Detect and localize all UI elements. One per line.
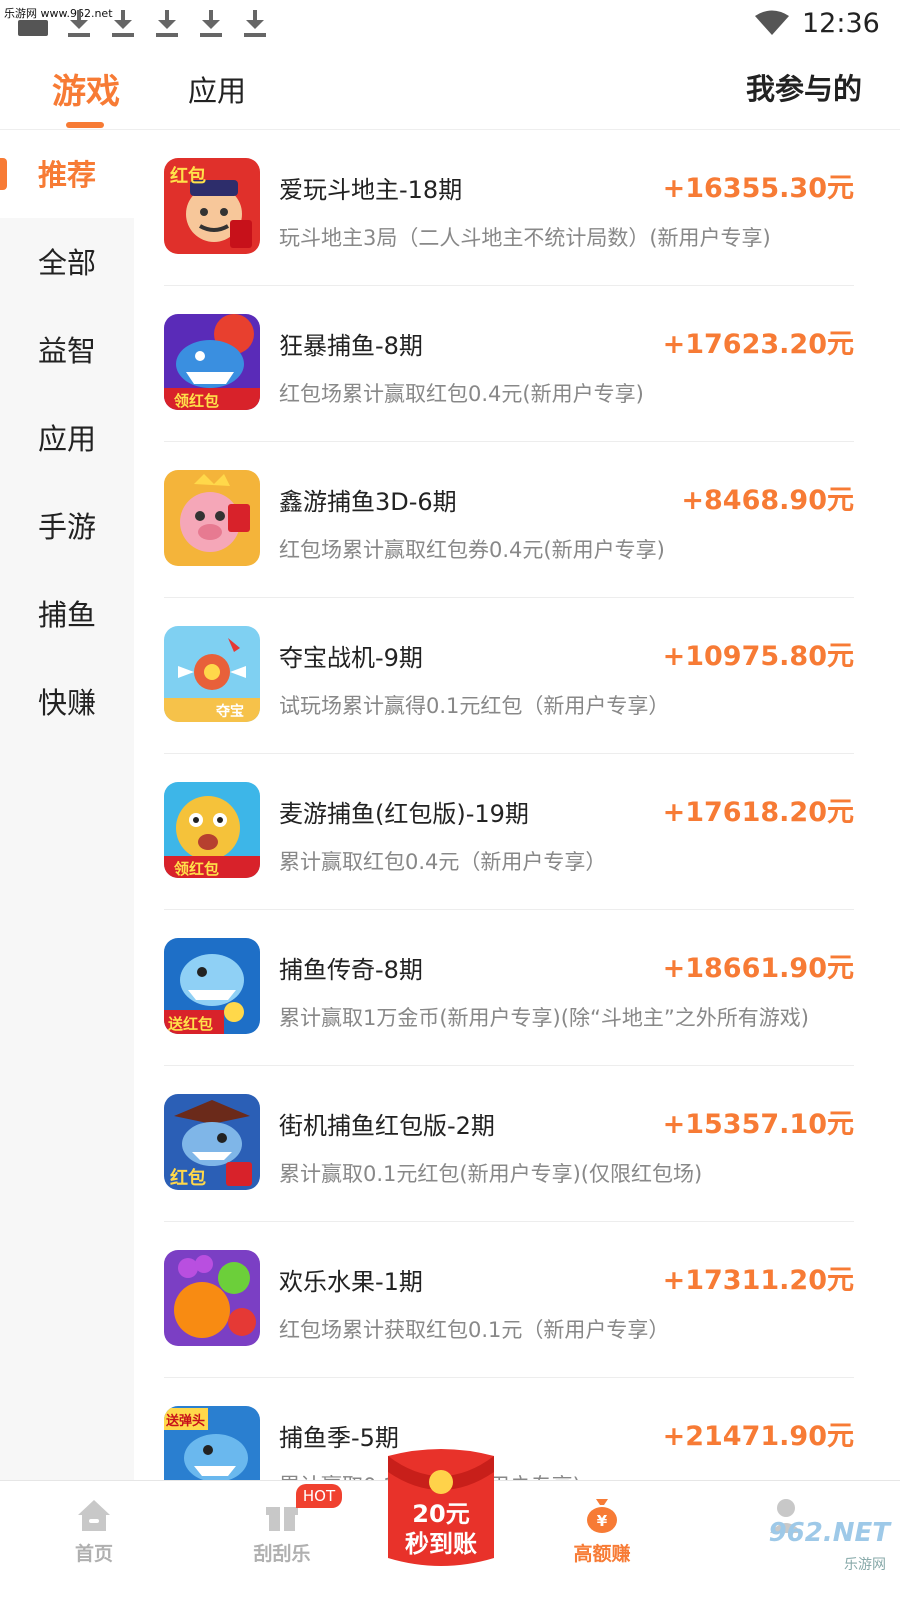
sidebar-item-label: 推荐 [38, 158, 97, 192]
game-icon-arcade-fishing: 红包 [164, 1094, 260, 1190]
download-icon [198, 8, 224, 38]
task-description: 试玩场累计赢得0.1元红包（新用户专享） [279, 694, 670, 718]
game-icon-xinyou-fishing [164, 470, 260, 566]
sidebar-item-puzzle[interactable]: 益智 [0, 306, 134, 394]
reward-amount: +15357.10元 [662, 1109, 854, 1140]
sidebar-item-label: 益智 [38, 334, 97, 368]
notification-icon [18, 20, 48, 36]
tab-active-indicator [66, 122, 104, 128]
list-item[interactable]: 领红包 麦游捕鱼(红包版)-19期 累计赢取红包0.4元（新用户专享） +176… [134, 754, 900, 910]
task-description: 红包场累计赢取红包0.4元(新用户专享) [279, 382, 644, 406]
category-sidebar: 推荐 全部 益智 应用 手游 捕鱼 快赚 [0, 130, 134, 1480]
download-icon [242, 8, 268, 38]
watermark-top-left: 乐游网 www.962.net [4, 7, 113, 20]
reward-amount: +21471.90元 [662, 1421, 854, 1452]
tab-games[interactable]: 游戏 [52, 64, 120, 113]
game-title: 鑫游捕鱼3D-6期 [279, 488, 457, 516]
sidebar-item-all[interactable]: 全部 [0, 218, 134, 306]
hot-badge: HOT [296, 1484, 342, 1508]
nav-home[interactable]: 首页 [24, 1481, 164, 1600]
game-task-list: 红包 爱玩斗地主-18期 玩斗地主3局（二人斗地主不统计局数）(新用户专享) +… [134, 130, 900, 1480]
list-item[interactable]: 欢乐水果-1期 红包场累计获取红包0.1元（新用户专享） +17311.20元 [134, 1222, 900, 1378]
tab-my-participation[interactable]: 我参与的 [746, 66, 862, 108]
sidebar-item-label: 手游 [38, 510, 97, 544]
game-icon-duobao-fighter: 夺宝 [164, 626, 260, 722]
sidebar-item-quick-earn[interactable]: 快赚 [0, 658, 134, 746]
list-item[interactable]: 送弹头 捕鱼季-5期 累计赢取0.1元红包(新用户专享) +21471.90元 [134, 1378, 900, 1480]
envelope-caption: 秒到账 [405, 1530, 477, 1558]
sidebar-item-label: 快赚 [38, 686, 97, 720]
status-bar: 乐游网 www.962.net 12:36 [0, 0, 900, 44]
download-icon [66, 8, 92, 38]
icon-text: 送弹头 [165, 1413, 205, 1429]
icon-text: 领红包 [173, 392, 219, 410]
task-description: 累计赢取1万金币(新用户专享)(除“斗地主”之外所有游戏) [279, 1006, 809, 1030]
money-bag-icon: ¥ [587, 1499, 617, 1533]
sidebar-item-apps[interactable]: 应用 [0, 394, 134, 482]
game-icon-fishing-legend: 送红包 [164, 938, 260, 1034]
list-item[interactable]: 鑫游捕鱼3D-6期 红包场累计赢取红包券0.4元(新用户专享) +8468.90… [134, 442, 900, 598]
task-description: 累计赢取0.1元红包(新用户专享)(仅限红包场) [279, 1162, 703, 1186]
task-description: 累计赢取红包0.4元（新用户专享） [279, 850, 607, 874]
reward-amount: +17618.20元 [662, 797, 854, 828]
game-title: 狂暴捕鱼-8期 [279, 332, 423, 360]
game-icon-kuangbao-fishing: 领红包 [164, 314, 260, 410]
yuan-symbol: ¥ [597, 1512, 608, 1530]
reward-amount: +10975.80元 [662, 641, 854, 672]
tab-apps[interactable]: 应用 [188, 68, 246, 110]
red-envelope-button[interactable]: 20元 秒到账 [378, 1446, 504, 1570]
game-title: 捕鱼传奇-8期 [279, 956, 423, 984]
game-title: 街机捕鱼红包版-2期 [279, 1112, 495, 1140]
download-icon [154, 8, 180, 38]
game-icon-doudizhu: 红包 [164, 158, 260, 254]
sidebar-active-indicator [0, 158, 7, 190]
reward-amount: +8468.90元 [681, 485, 854, 516]
game-icon-happy-fruit [164, 1250, 260, 1346]
wifi-icon [755, 10, 789, 35]
task-description: 红包场累计获取红包0.1元（新用户专享） [279, 1318, 670, 1342]
top-tabs: 游戏 应用 我参与的 [0, 44, 900, 130]
task-description: 玩斗地主3局（二人斗地主不统计局数）(新用户专享) [279, 226, 771, 250]
nav-high-earn-label: 高额赚 [573, 1543, 631, 1565]
sidebar-item-fishing[interactable]: 捕鱼 [0, 570, 134, 658]
watermark-logo-sub: 乐游网 [844, 1557, 886, 1573]
icon-text: 红包 [170, 1167, 206, 1189]
sidebar-item-recommended[interactable]: 推荐 [0, 130, 134, 218]
icon-text: 送红包 [167, 1015, 213, 1033]
list-item[interactable]: 红包 爱玩斗地主-18期 玩斗地主3局（二人斗地主不统计局数）(新用户专享) +… [134, 130, 900, 286]
app-screen: 乐游网 www.962.net 12:36 游戏 应用 我参与的 推荐 全部 益… [0, 0, 900, 1600]
reward-amount: +18661.90元 [662, 953, 854, 984]
icon-text: 红包 [170, 165, 206, 187]
icon-text: 领红包 [173, 860, 219, 878]
home-icon [78, 1500, 110, 1531]
nav-high-earn[interactable]: ¥ 高额赚 [532, 1481, 672, 1600]
nav-scratch-label: 刮刮乐 [253, 1543, 311, 1565]
download-icon [110, 8, 136, 38]
icon-text: 夺宝 [215, 703, 244, 720]
reward-amount: +16355.30元 [662, 173, 854, 204]
list-item[interactable]: 夺宝 夺宝战机-9期 试玩场累计赢得0.1元红包（新用户专享） +10975.8… [134, 598, 900, 754]
game-title: 夺宝战机-9期 [279, 644, 423, 672]
game-icon-fishing-season: 送弹头 [164, 1406, 260, 1480]
list-item[interactable]: 领红包 狂暴捕鱼-8期 红包场累计赢取红包0.4元(新用户专享) +17623.… [134, 286, 900, 442]
sidebar-item-label: 全部 [38, 246, 97, 280]
sidebar-item-label: 捕鱼 [38, 598, 97, 632]
game-title: 欢乐水果-1期 [279, 1268, 423, 1296]
list-item[interactable]: 送红包 捕鱼传奇-8期 累计赢取1万金币(新用户专享)(除“斗地主”之外所有游戏… [134, 910, 900, 1066]
game-title: 麦游捕鱼(红包版)-19期 [279, 800, 529, 828]
reward-amount: +17311.20元 [662, 1265, 854, 1296]
status-time: 12:36 [802, 8, 880, 39]
game-title: 爱玩斗地主-18期 [279, 176, 463, 204]
sidebar-item-label: 应用 [38, 422, 97, 456]
watermark-logo: 962.NET [768, 1518, 890, 1548]
sidebar-item-mobile-games[interactable]: 手游 [0, 482, 134, 570]
game-icon-maiyou-fishing: 领红包 [164, 782, 260, 878]
task-description: 红包场累计赢取红包券0.4元(新用户专享) [279, 538, 665, 562]
list-item[interactable]: 红包 街机捕鱼红包版-2期 累计赢取0.1元红包(新用户专享)(仅限红包场) +… [134, 1066, 900, 1222]
reward-amount: +17623.20元 [662, 329, 854, 360]
nav-home-label: 首页 [74, 1543, 113, 1565]
